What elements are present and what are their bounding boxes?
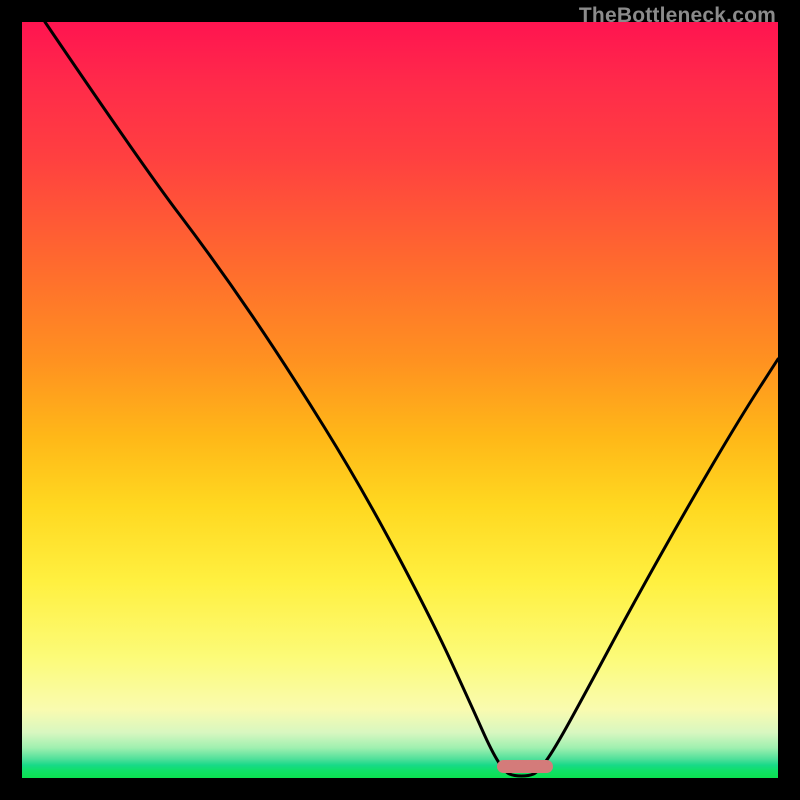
chart-container: TheBottleneck.com bbox=[0, 0, 800, 800]
optimal-marker bbox=[497, 760, 553, 773]
plot-area bbox=[22, 22, 778, 778]
bottleneck-curve bbox=[45, 22, 778, 776]
curve-svg bbox=[22, 22, 778, 778]
